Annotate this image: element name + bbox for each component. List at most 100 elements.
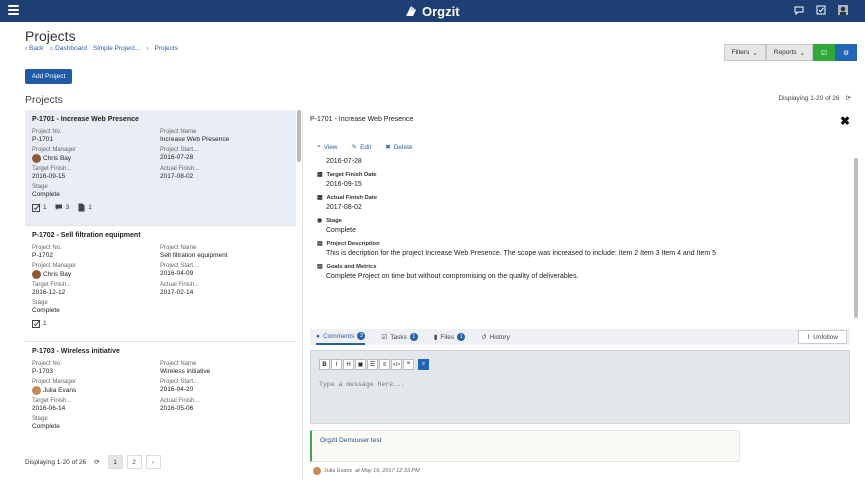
avatar [32,154,41,163]
settings-button[interactable]: ⚙ [835,44,857,61]
document-icon: ▤ [317,264,323,270]
task-check-icon [32,319,41,328]
brand-name: Orgzit [422,3,460,19]
project-card[interactable]: P-1702 - Sell filtration equipment Proje… [25,226,296,342]
comments-icon: ● [316,332,320,340]
comment-item: Orgzit Demouser test [310,430,740,462]
comment-text: Orgzit Demouser test [320,437,382,444]
section-title: Projects [25,94,63,106]
project-no: P-1702 [32,252,53,259]
stage-value: Complete [32,423,60,430]
field-label: Stage [32,300,48,306]
tab-history[interactable]: ↺ History [481,329,510,345]
files-badge[interactable]: 1 [77,203,92,212]
detail-scrollbar[interactable] [854,158,858,318]
next-page-button[interactable]: › [145,455,161,469]
refresh-icon[interactable]: ⟳ [846,94,851,102]
close-icon[interactable]: ✖ [840,114,850,128]
field-label: Actual Finish... [160,282,200,288]
projects-link[interactable]: Projects [154,45,177,52]
comments-badge[interactable]: 3 [55,203,69,212]
chevron-down-icon: ⌄ [799,49,805,57]
user-avatar-icon[interactable] [837,4,849,16]
target-finish: 2016-06-14 [32,405,66,412]
gear-icon: ⚙ [843,49,849,57]
brand-logo[interactable]: Orgzit [404,3,460,19]
checklist-button[interactable]: ☑ [813,44,835,61]
refresh-icon[interactable]: ⟳ [94,458,99,466]
list-scrollbar[interactable] [297,110,301,162]
detail-title: P-1701 - Increase Web Presence [310,116,414,123]
tab-files[interactable]: ▮ Files 1 [434,329,466,345]
reports-button[interactable]: Reports ⌄ [765,44,813,61]
project-start-value: 2016-07-28 [326,158,362,165]
project-card[interactable]: P-1701 - Increase Web Presence Project N… [25,110,296,226]
card-title: P-1702 - Sell filtration equipment [32,232,141,239]
bullet-list-button[interactable]: ☰ [367,359,378,370]
simple-project-link[interactable]: Simple Project... [93,45,140,52]
page-title: Projects [25,28,76,44]
project-list: P-1701 - Increase Web Presence Project N… [25,110,296,450]
italic-button[interactable]: I [331,359,342,370]
tasks-badge[interactable]: 1 [32,319,47,328]
field-label: Actual Finish... [160,398,200,404]
back-link[interactable]: ‹ Back [25,45,43,52]
filters-button[interactable]: Filters ⌄ [723,44,766,61]
project-detail-panel: P-1701 - Increase Web Presence ✖ ⌕ View ✎… [302,110,858,480]
project-card[interactable]: P-1703 - Wireless initiative Project No.… [25,342,296,450]
actual-finish: 2017-02-14 [160,289,194,296]
comment-editor[interactable]: B I H ▣ ☰ ≡ </> ❝ ⌕ Type a message here.… [310,350,850,424]
bold-button[interactable]: B [319,359,330,370]
history-icon: ↺ [481,334,487,341]
edit-button[interactable]: ✎ Edit [352,143,372,152]
tasks-check-icon[interactable] [815,4,827,16]
project-name: Increase Web Presence [160,136,230,143]
field-label: Project Manager [32,263,77,269]
preview-search-button[interactable]: ⌕ [418,359,429,370]
breadcrumb: ‹ Back ⌂ Dashboard Simple Project... › P… [25,45,178,52]
detail-tabs: ● Comments 3 ☑ Tasks 1 ▮ Files 1 ↺ History ⌇ Unf… [310,329,850,345]
message-input[interactable]: Type a message here... [319,381,405,388]
chat-icon[interactable] [793,4,805,16]
comment-timestamp: at May 16, 2017 12:33 PM [355,468,420,474]
hamburger-menu-icon[interactable] [8,5,19,16]
displaying-count: Displaying 1-20 of 26 ⟳ [778,94,851,103]
project-start: 2016-04-09 [160,270,194,277]
unfollow-button[interactable]: ⌇ Unfollow [797,330,847,344]
numbered-list-button[interactable]: ≡ [379,359,390,370]
file-icon [78,203,85,212]
detail-fields: 2016-07-28 ▦ Target Finish Date 2016-09-1… [317,158,837,287]
document-icon: ▤ [317,241,323,247]
tab-tasks[interactable]: ☑ Tasks 1 [381,329,418,345]
page-2-button[interactable]: 2 [126,455,142,469]
delete-button[interactable]: ✖ Delete [385,143,412,152]
add-project-button[interactable]: Add Project [25,69,72,84]
view-button[interactable]: ⌕ View [317,143,338,151]
comments-icon [55,204,62,210]
tab-comments[interactable]: ● Comments 3 [316,329,366,345]
field-label: Project No. [32,361,62,367]
close-icon: ✖ [385,144,391,151]
project-no: P-1701 [32,136,53,143]
editor-toolbar: B I H ▣ ☰ ≡ </> ❝ ⌕ [319,359,429,370]
comment-meta: Julia Evans at May 16, 2017 12:33 PM [313,467,420,475]
stage-value: Complete [32,307,60,314]
image-button[interactable]: ▣ [355,359,366,370]
chevron-down-icon: ⌄ [752,49,758,57]
tasks-badge[interactable]: 1 [32,203,47,212]
field-label: Project Start... [160,147,199,153]
heading-button[interactable]: H [343,359,354,370]
project-start: 2016-04-20 [160,386,194,393]
page-1-button[interactable]: 1 [107,455,123,469]
code-button[interactable]: </> [391,359,402,370]
quote-button[interactable]: ❝ [403,359,414,370]
breadcrumb-separator: › [146,45,149,52]
field-label: Project Name [160,129,197,135]
dashboard-link[interactable]: ⌂ Dashboard [49,45,87,52]
calendar-icon: ▦ [317,195,323,201]
project-start: 2016-07-28 [160,154,194,161]
project-name: Sell filtration equipment [160,252,228,259]
field-label: Project No. [32,129,62,135]
field-label: Target Finish... [32,166,72,172]
project-manager: Julia Evans [43,386,77,394]
